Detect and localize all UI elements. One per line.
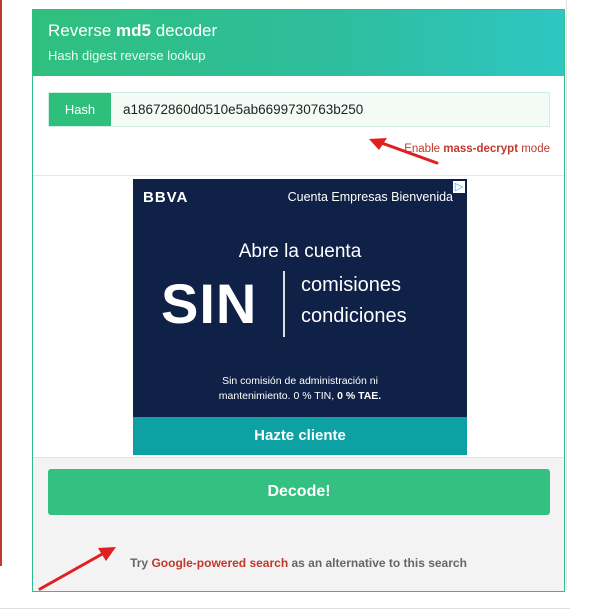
arrow-mass-decrypt-icon	[369, 138, 439, 165]
hash-input[interactable]	[111, 93, 549, 126]
ad-line-comisiones: comisiones	[301, 274, 402, 296]
ad-cta-button[interactable]: Hazte cliente	[133, 417, 467, 455]
mass-decrypt-suffix: mode	[518, 143, 550, 155]
advertisement-banner[interactable]: ▷ BBVA Cuenta Empresas Bienvenida Abre l…	[133, 179, 467, 455]
ad-tagline: Cuenta Empresas Bienvenida	[287, 190, 453, 204]
alternative-suffix: as an alternative to this search	[288, 556, 467, 570]
hash-input-group: Hash	[48, 92, 550, 127]
decode-button[interactable]: Decode!	[48, 469, 550, 515]
title-bold: md5	[116, 21, 151, 40]
alternative-prefix: Try	[130, 556, 152, 570]
title-prefix: Reverse	[48, 21, 117, 40]
ad-headline: Abre la cuenta	[238, 241, 362, 262]
bottom-border-line	[0, 608, 570, 609]
right-border-line	[566, 0, 567, 590]
ad-fine-print-2-bold: 0 % TAE.	[337, 390, 382, 402]
decoder-panel: Reverse md5 decoder Hash digest reverse …	[32, 9, 565, 592]
ad-vertical-divider	[283, 271, 285, 337]
google-search-link[interactable]: Google-powered search	[151, 556, 288, 570]
arrow-google-search-icon	[38, 547, 116, 591]
page-subtitle: Hash digest reverse lookup	[48, 48, 206, 63]
ad-big-word: SIN	[161, 272, 258, 335]
mass-decrypt-link[interactable]: mass-decrypt	[443, 143, 518, 155]
ad-fine-print-2: mantenimiento. 0 % TIN, 0 % TAE.	[133, 390, 467, 402]
divider	[33, 175, 564, 176]
ad-line-condiciones: condiciones	[301, 305, 407, 327]
title-suffix: decoder	[151, 21, 218, 40]
left-border-line	[0, 0, 2, 566]
adchoices-icon[interactable]: ▷	[453, 181, 465, 193]
page-title: Reverse md5 decoder	[48, 21, 217, 41]
ad-brand-logo: BBVA	[143, 189, 189, 206]
panel-header: Reverse md5 decoder Hash digest reverse …	[33, 10, 564, 76]
hash-label: Hash	[49, 93, 111, 126]
ad-fine-print-2-prefix: mantenimiento. 0 % TIN,	[218, 390, 338, 402]
ad-fine-print-1: Sin comisión de administración ni	[222, 375, 378, 387]
